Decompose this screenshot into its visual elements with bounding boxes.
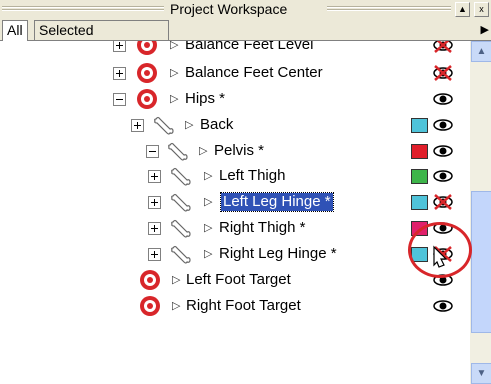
close-button[interactable]: x bbox=[474, 2, 489, 17]
tree-item-label[interactable]: Balance Feet Center bbox=[185, 64, 323, 82]
eye-hidden-icon[interactable] bbox=[432, 41, 454, 55]
tree-item-label[interactable]: Pelvis * bbox=[214, 142, 264, 160]
target-icon bbox=[138, 269, 162, 291]
tree-item-label[interactable]: Back bbox=[200, 116, 233, 134]
object-tree: ▷ Balance Feet Level ▷ Balance Feet Center ▷… bbox=[0, 41, 470, 384]
disclosure-triangle-icon[interactable]: ▷ bbox=[204, 221, 212, 234]
eye-visible-icon[interactable] bbox=[432, 296, 454, 316]
tree-item-label[interactable]: Left Thigh bbox=[219, 167, 285, 185]
tree-item-label[interactable]: Right Leg Hinge * bbox=[219, 245, 337, 263]
collapse-icon[interactable] bbox=[113, 93, 126, 106]
title-grip-left[interactable] bbox=[2, 6, 164, 12]
expand-icon[interactable] bbox=[148, 248, 161, 261]
bone-icon bbox=[170, 191, 194, 213]
disclosure-triangle-icon[interactable]: ▷ bbox=[204, 169, 212, 182]
disclosure-triangle-icon[interactable]: ▷ bbox=[172, 299, 180, 312]
tree-row[interactable]: ▷ Left Thigh bbox=[0, 164, 470, 189]
tree-item-label[interactable]: Hips * bbox=[185, 90, 225, 108]
disclosure-triangle-icon[interactable]: ▷ bbox=[170, 92, 178, 105]
eye-visible-icon[interactable] bbox=[432, 166, 454, 186]
tree-row[interactable]: ▷ Pelvis * bbox=[0, 139, 470, 164]
project-workspace-window: Project Workspace ▲ x All Selected ▶ ▷ Ba… bbox=[0, 0, 491, 384]
disclosure-triangle-icon[interactable]: ▷ bbox=[204, 247, 212, 260]
vertical-scrollbar[interactable]: ▲ ▼ bbox=[470, 41, 491, 384]
mouse-cursor-icon bbox=[433, 245, 448, 268]
eye-visible-icon[interactable] bbox=[432, 89, 454, 109]
tree-row[interactable]: ▷ Left Foot Target bbox=[0, 268, 470, 293]
target-icon bbox=[138, 295, 162, 317]
disclosure-triangle-icon[interactable]: ▷ bbox=[172, 273, 180, 286]
bone-icon bbox=[170, 217, 194, 239]
scroll-thumb[interactable] bbox=[471, 191, 491, 333]
tree-row[interactable]: ▷ Right Leg Hinge * bbox=[0, 242, 470, 267]
bone-icon bbox=[170, 243, 194, 265]
color-swatch[interactable] bbox=[411, 195, 428, 210]
scroll-up-button[interactable]: ▲ bbox=[471, 41, 491, 62]
color-swatch[interactable] bbox=[411, 144, 428, 159]
eye-hidden-icon[interactable] bbox=[432, 192, 454, 212]
tree-item-label[interactable]: Left Foot Target bbox=[186, 271, 291, 289]
bone-icon bbox=[153, 114, 177, 136]
color-swatch[interactable] bbox=[411, 118, 428, 133]
tree-row[interactable]: ▷ Left Leg Hinge * bbox=[0, 190, 470, 215]
collapse-icon[interactable] bbox=[146, 145, 159, 158]
expand-icon[interactable] bbox=[148, 170, 161, 183]
target-icon bbox=[135, 88, 159, 110]
tree-row[interactable]: ▷ Back bbox=[0, 113, 470, 138]
target-icon bbox=[135, 41, 159, 56]
tree-item-label[interactable]: Right Foot Target bbox=[186, 297, 301, 315]
color-swatch[interactable] bbox=[411, 169, 428, 184]
tree-item-label[interactable]: Balance Feet Level bbox=[185, 41, 313, 54]
tree-row[interactable]: ▷ Balance Feet Center bbox=[0, 61, 470, 86]
disclosure-triangle-icon[interactable]: ▷ bbox=[204, 195, 212, 208]
expand-icon[interactable] bbox=[148, 196, 161, 209]
tab-scroll-right-icon[interactable]: ▶ bbox=[481, 23, 489, 36]
disclosure-triangle-icon[interactable]: ▷ bbox=[185, 118, 193, 131]
disclosure-triangle-icon[interactable]: ▷ bbox=[170, 66, 178, 79]
bone-icon bbox=[170, 165, 194, 187]
eye-hidden-icon[interactable] bbox=[432, 63, 454, 83]
expand-icon[interactable] bbox=[148, 222, 161, 235]
disclosure-triangle-icon[interactable]: ▷ bbox=[199, 144, 207, 157]
target-icon bbox=[135, 62, 159, 84]
tree-row[interactable]: ▷ Right Foot Target bbox=[0, 294, 470, 319]
tree-item-label[interactable]: Right Thigh * bbox=[219, 219, 305, 237]
tab-selected[interactable]: Selected bbox=[34, 20, 169, 40]
bone-icon bbox=[167, 140, 191, 162]
tree-row[interactable]: ▷ Balance Feet Level bbox=[0, 41, 470, 58]
window-title: Project Workspace bbox=[170, 1, 288, 17]
eye-visible-icon[interactable] bbox=[432, 141, 454, 161]
tree-row[interactable]: ▷ Right Thigh * bbox=[0, 216, 470, 241]
tab-bar: All Selected ▶ bbox=[0, 20, 491, 41]
expand-icon[interactable] bbox=[131, 119, 144, 132]
expand-icon[interactable] bbox=[113, 67, 126, 80]
eye-visible-icon[interactable] bbox=[432, 115, 454, 135]
expand-icon[interactable] bbox=[113, 41, 126, 52]
disclosure-triangle-icon[interactable]: ▷ bbox=[170, 41, 178, 51]
tree-item-label[interactable]: Left Leg Hinge * bbox=[220, 192, 334, 212]
tree-row[interactable]: ▷ Hips * bbox=[0, 87, 470, 112]
minimize-button[interactable]: ▲ bbox=[455, 2, 470, 17]
scroll-down-button[interactable]: ▼ bbox=[471, 363, 491, 384]
title-grip-right[interactable] bbox=[327, 6, 451, 12]
tab-all[interactable]: All bbox=[2, 20, 28, 41]
title-bar[interactable]: Project Workspace ▲ x bbox=[0, 0, 491, 18]
